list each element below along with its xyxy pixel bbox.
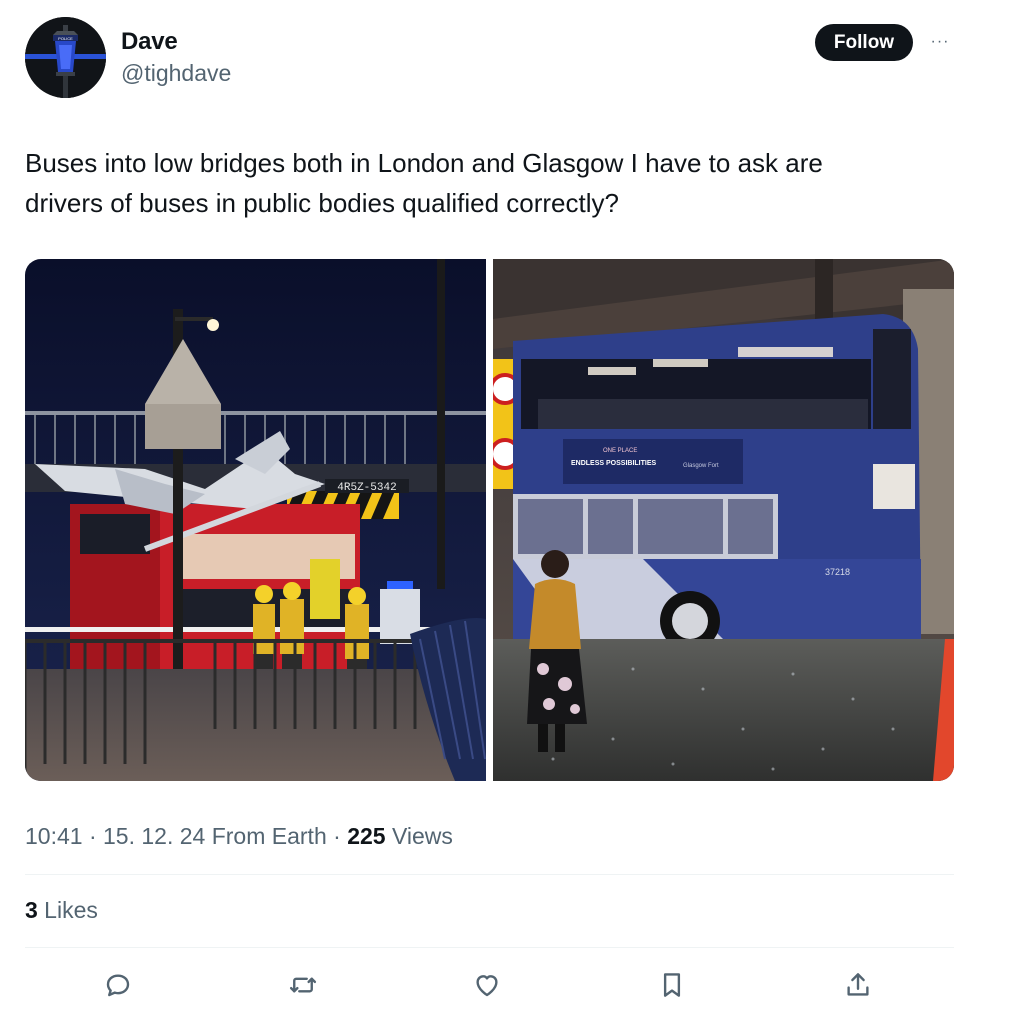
glasgow-bus-crash-photo[interactable]: ONE PLACE ENDLESS POSSIBILITIES Glasgow … <box>493 259 954 781</box>
bridge-sign-text: 4R5Z-5342 <box>337 482 396 494</box>
likes-count: 3 <box>25 897 38 923</box>
display-name[interactable]: Dave <box>121 28 178 56</box>
meta-separator: · <box>326 823 348 849</box>
user-handle[interactable]: @tighdave <box>121 60 231 87</box>
fleet-number: 37218 <box>825 567 850 577</box>
tweet-text-line: drivers of buses in public bodies qualif… <box>25 188 619 218</box>
tweet-date[interactable]: 15. 12. 24 <box>103 823 205 849</box>
media-grid: 4R5Z-5342 ONE PLACE ENDLESS POSSIBILITIE… <box>25 259 954 781</box>
reply-icon[interactable] <box>99 966 137 1004</box>
retweet-icon[interactable] <box>284 966 322 1004</box>
tweet-time[interactable]: 10:41 <box>25 823 83 849</box>
follow-button[interactable]: Follow <box>815 24 913 61</box>
tweet-meta: 10:41 · 15. 12. 24 From Earth · 225 View… <box>25 823 453 850</box>
likes-stat[interactable]: 3 Likes <box>25 897 98 924</box>
ad-kicker: ONE PLACE <box>603 448 637 454</box>
views-count: 225 <box>347 823 386 849</box>
tweet-text: Buses into low bridges both in London an… <box>25 143 945 223</box>
divider <box>25 947 954 948</box>
share-icon[interactable] <box>839 966 877 1004</box>
police-lamp-icon: POLICE <box>25 17 106 98</box>
likes-label: Likes <box>37 897 98 923</box>
divider <box>25 874 954 875</box>
bookmark-icon[interactable] <box>653 966 691 1004</box>
london-bus-crash-photo[interactable]: 4R5Z-5342 <box>25 259 486 781</box>
meta-separator: · <box>82 823 104 849</box>
like-icon[interactable] <box>468 966 506 1004</box>
tweet-card: POLICE Dave @tighdave Follow ··· Buses i… <box>0 0 1024 1017</box>
tweet-text-line: Buses into low bridges both in London an… <box>25 148 823 178</box>
avatar[interactable]: POLICE <box>25 17 106 98</box>
more-options-icon[interactable]: ··· <box>926 30 954 54</box>
svg-text:POLICE: POLICE <box>58 36 73 41</box>
views-label: Views <box>385 823 453 849</box>
ad-title: ENDLESS POSSIBILITIES <box>571 460 657 467</box>
tweet-source: From Earth <box>205 823 327 849</box>
ad-brand: Glasgow Fort <box>683 463 719 469</box>
